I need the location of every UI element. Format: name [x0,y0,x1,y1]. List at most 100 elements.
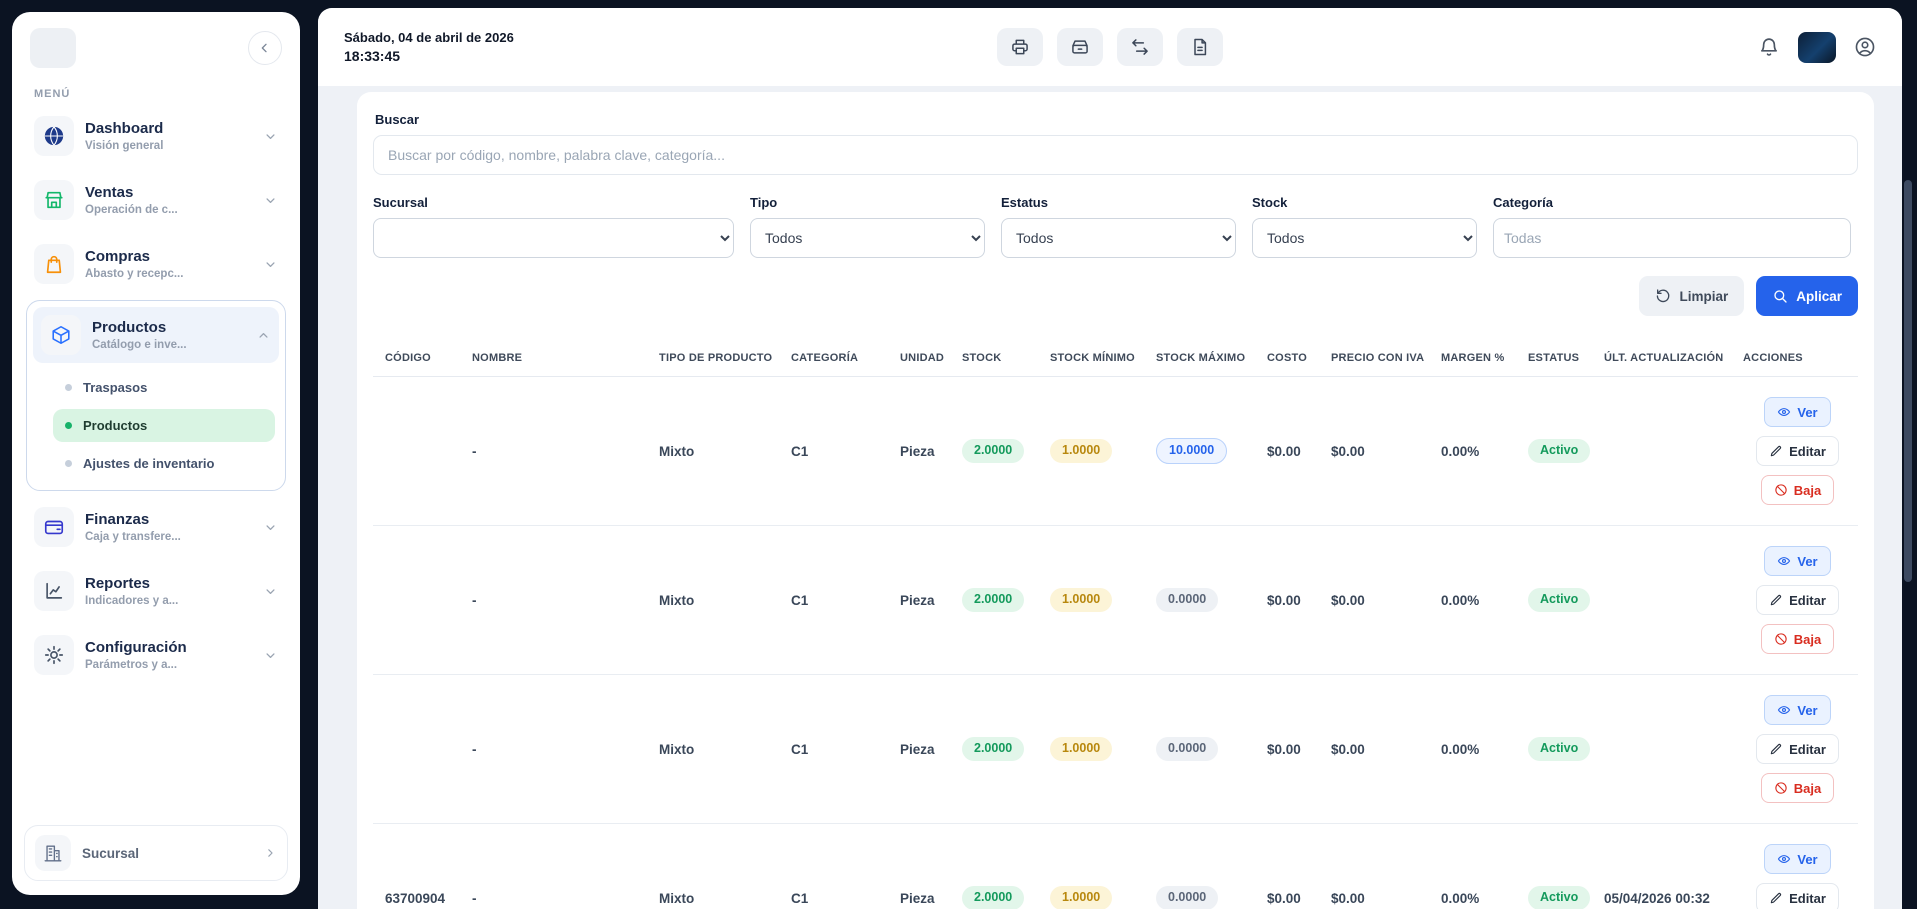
report-file-button[interactable] [1177,28,1223,66]
eye-icon [1777,554,1791,568]
sidebar-item-title: Dashboard [85,120,163,137]
stock-cell: 2.0000 [950,526,1038,675]
acciones-cell: Ver Editar Baja [1731,675,1858,824]
notifications-button[interactable] [1758,36,1780,58]
precio-iva-cell: $0.00 [1319,824,1429,909]
row-actions: Ver Editar Baja [1743,397,1852,505]
deactivate-button[interactable]: Baja [1761,475,1834,505]
sucursal-select[interactable] [373,218,734,258]
sidebar: MENÚ DashboardVisión general VentasOperac… [12,12,300,895]
deactivate-button[interactable]: Baja [1761,773,1834,803]
tipo-cell: Mixto [647,526,779,675]
sidebar-item-ventas[interactable]: VentasOperación de c... [26,172,286,228]
sidebar-item-subtitle: Abasto y recepc... [85,268,183,280]
sidebar-collapse-button[interactable] [248,31,282,65]
sidebar-item-reportes[interactable]: ReportesIndicadores y a... [26,563,286,619]
avatar[interactable] [1798,32,1836,63]
view-button-label: Ver [1797,405,1817,420]
stock-badge: 2.0000 [962,439,1024,463]
chevron-down-icon [263,648,278,663]
current-time: 18:33:45 [344,48,744,64]
view-button[interactable]: Ver [1764,844,1830,874]
column-header-3: CATEGORÍA [779,342,888,377]
margen-cell: 0.00% [1429,675,1516,824]
edit-button-label: Editar [1789,891,1826,906]
tipo-select[interactable]: Todos [750,218,985,258]
column-header-9: PRECIO CON IVA [1319,342,1429,377]
column-header-13: ACCIONES [1731,342,1858,377]
sidebar-item-finanzas[interactable]: FinanzasCaja y transfere... [26,499,286,555]
sidebar-subitem-ajustes-inventario[interactable]: Ajustes de inventario [53,447,275,480]
unidad-cell: Pieza [888,377,950,526]
filter-fields: SucursalTipoTodosEstatusTodosStockTodosC… [373,195,1858,258]
edit-button[interactable]: Editar [1756,734,1839,764]
wallet-icon [34,507,74,547]
sidebar-item-text: FinanzasCaja y transfere... [85,511,181,542]
chevron-up-icon [256,328,271,343]
stock-maximo-cell: 0.0000 [1144,824,1255,909]
eye-icon [1777,852,1791,866]
stock-minimo-cell: 1.0000 [1038,526,1144,675]
categoria-input[interactable] [1493,218,1851,258]
table-row: -MixtoC1Pieza2.00001.00000.0000$0.00$0.0… [373,675,1858,824]
view-button[interactable]: Ver [1764,546,1830,576]
edit-button[interactable]: Editar [1756,883,1839,909]
cash-drawer-button[interactable] [1057,28,1103,66]
stock-minimo-cell: 1.0000 [1038,824,1144,909]
scrollbar-thumb[interactable] [1904,180,1912,582]
apply-filters-label: Aplicar [1796,289,1842,304]
account-button[interactable] [1854,36,1876,58]
sidebar-item-productos[interactable]: ProductosCatálogo e inve... [33,307,279,363]
estatus-badge: Activo [1528,588,1590,612]
filter-label-estatus: Estatus [1001,195,1236,210]
menu-section-label: MENÚ [24,76,288,108]
margen-cell: 0.00% [1429,824,1516,909]
stock-maximo-badge: 10.0000 [1156,438,1227,464]
sidebar-item-configuracion[interactable]: ConfiguraciónParámetros y a... [26,627,286,683]
precio-iva-cell: $0.00 [1319,526,1429,675]
reset-icon [1655,288,1671,304]
bullet-dot-icon [65,422,72,429]
bullet-dot-icon [65,384,72,391]
sidebar-subitem-productos[interactable]: Productos [53,409,275,442]
pos-printer-button[interactable] [997,28,1043,66]
costo-cell: $0.00 [1255,526,1319,675]
view-button[interactable]: Ver [1764,695,1830,725]
edit-button[interactable]: Editar [1756,585,1839,615]
unidad-cell: Pieza [888,526,950,675]
sidebar-item-compras[interactable]: ComprasAbasto y recepc... [26,236,286,292]
submenu-item-label: Traspasos [83,380,147,395]
deactivate-button[interactable]: Baja [1761,624,1834,654]
estatus-cell: Activo [1516,526,1592,675]
stock-maximo-cell: 0.0000 [1144,526,1255,675]
sidebar-item-subtitle: Operación de c... [85,204,178,216]
apply-filters-button[interactable]: Aplicar [1756,276,1858,316]
view-button[interactable]: Ver [1764,397,1830,427]
column-header-1: NOMBRE [460,342,647,377]
submenu-item-label: Productos [83,418,147,433]
products-table: CÓDIGONOMBRETIPO DE PRODUCTOCATEGORÍAUNI… [373,342,1858,909]
estatus-select[interactable]: Todos [1001,218,1236,258]
transfer-button[interactable] [1117,28,1163,66]
view-button-label: Ver [1797,554,1817,569]
column-header-0: CÓDIGO [373,342,460,377]
report-file-icon [1190,37,1210,57]
filter-label-sucursal: Sucursal [373,195,734,210]
sidebar-item-text: ComprasAbasto y recepc... [85,248,183,279]
clear-filters-button[interactable]: Limpiar [1639,276,1744,316]
sidebar-item-dashboard[interactable]: DashboardVisión general [26,108,286,164]
column-header-12: ÚLT. ACTUALIZACIÓN [1592,342,1731,377]
tipo-cell: Mixto [647,675,779,824]
column-header-10: MARGEN % [1429,342,1516,377]
stock-cell: 2.0000 [950,377,1038,526]
edit-button[interactable]: Editar [1756,436,1839,466]
search-input[interactable] [373,135,1858,175]
stock-select[interactable]: Todos [1252,218,1477,258]
precio-iva-cell: $0.00 [1319,675,1429,824]
sidebar-subitem-traspasos[interactable]: Traspasos [53,371,275,404]
branch-selector[interactable]: Sucursal [24,825,288,881]
chevron-down-icon [263,584,278,599]
search-icon [1772,288,1788,304]
topbar: Sábado, 04 de abril de 2026 18:33:45 [318,8,1902,86]
main-area: Sábado, 04 de abril de 2026 18:33:45 Bus… [318,8,1902,909]
